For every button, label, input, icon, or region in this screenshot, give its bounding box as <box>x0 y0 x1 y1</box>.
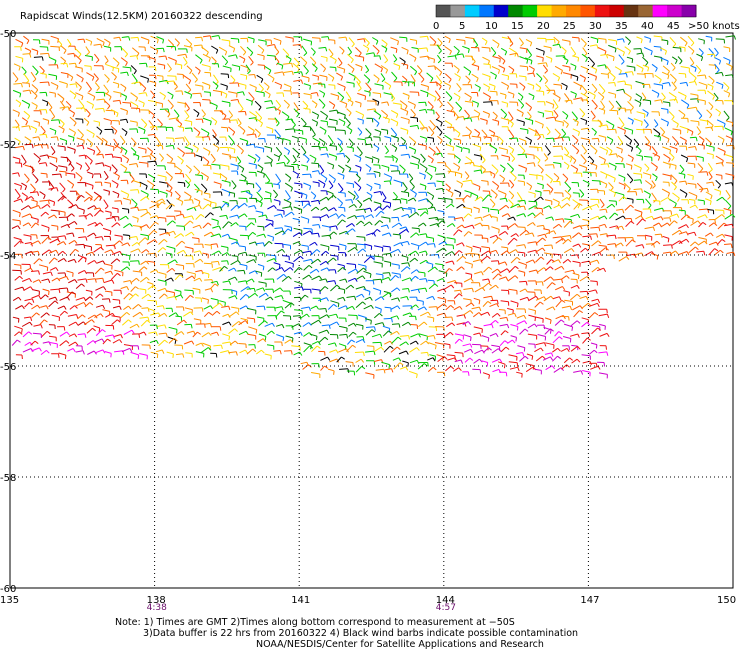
colorbar-label: 0 <box>433 21 439 32</box>
colorbar-label: 5 <box>459 21 465 32</box>
lat-label: -50 <box>0 29 16 40</box>
colorbar-swatch <box>566 5 581 17</box>
colorbar-label: 40 <box>641 21 654 32</box>
wind-barbs <box>11 35 736 379</box>
wind-map: Rapidscat Winds(12.5KM) 20160322 descend… <box>0 4 740 613</box>
colorbar-swatch <box>493 5 509 17</box>
colorbar-swatch <box>580 5 596 17</box>
note-line-2: 3)Data buffer is 22 hrs from 20160322 4)… <box>143 628 579 639</box>
lat-label: -60 <box>0 584 16 595</box>
map-title: Rapidscat Winds(12.5KM) 20160322 descend… <box>20 11 263 22</box>
note-line-3: NOAA/NESDIS/Center for Satellite Applica… <box>256 639 544 650</box>
colorbar-swatch <box>594 5 610 17</box>
colorbar-label: >50 knots <box>688 21 740 32</box>
time-label: 4:38 <box>147 603 167 613</box>
colorbar-swatch <box>667 5 683 17</box>
latitude-labels: -50 -52 -54 -56 -58 -60 <box>0 29 16 595</box>
colorbar-label: 25 <box>563 21 576 32</box>
colorbar-label: 30 <box>589 21 602 32</box>
colorbar-label: 20 <box>537 21 550 32</box>
note-line-1: Note: 1) Times are GMT 2)Times along bot… <box>115 617 515 628</box>
lat-label: -58 <box>0 473 16 484</box>
lon-label: 150 <box>717 595 736 606</box>
colorbar-swatch <box>450 5 466 17</box>
plot-frame <box>9 32 734 589</box>
lat-lon-grid <box>9 32 734 589</box>
colorbar-swatch <box>551 5 567 17</box>
colorbar-swatch <box>652 5 668 17</box>
colorbar-swatch <box>522 5 538 17</box>
longitude-labels: 135 138 141 144 147 150 <box>0 595 736 606</box>
colorbar-swatch <box>508 5 524 17</box>
colorbar-label: 10 <box>485 21 498 32</box>
time-label: 4:57 <box>436 603 456 613</box>
colorbar-swatch <box>436 5 451 17</box>
colorbar-label: 45 <box>667 21 680 32</box>
lon-label: 147 <box>580 595 599 606</box>
colorbar-swatch <box>609 5 625 17</box>
colorbar-swatch <box>681 5 697 17</box>
lat-label: -52 <box>0 140 16 151</box>
colorbar-label: 15 <box>511 21 524 32</box>
colorbar-swatch <box>623 5 639 17</box>
colorbar-swatch <box>479 5 495 17</box>
colorbar-swatch <box>638 5 654 17</box>
colorbar-swatch <box>537 5 553 17</box>
lat-label: -54 <box>0 251 16 262</box>
colorbar-labels: 0 5 10 15 20 25 30 35 40 45 >50 knots <box>433 21 740 32</box>
lon-label: 135 <box>0 595 19 606</box>
colorbar-label: 35 <box>615 21 628 32</box>
lat-label: -56 <box>0 362 16 373</box>
lon-label: 141 <box>291 595 310 606</box>
colorbar-swatch <box>464 5 480 17</box>
colorbar <box>435 4 697 18</box>
